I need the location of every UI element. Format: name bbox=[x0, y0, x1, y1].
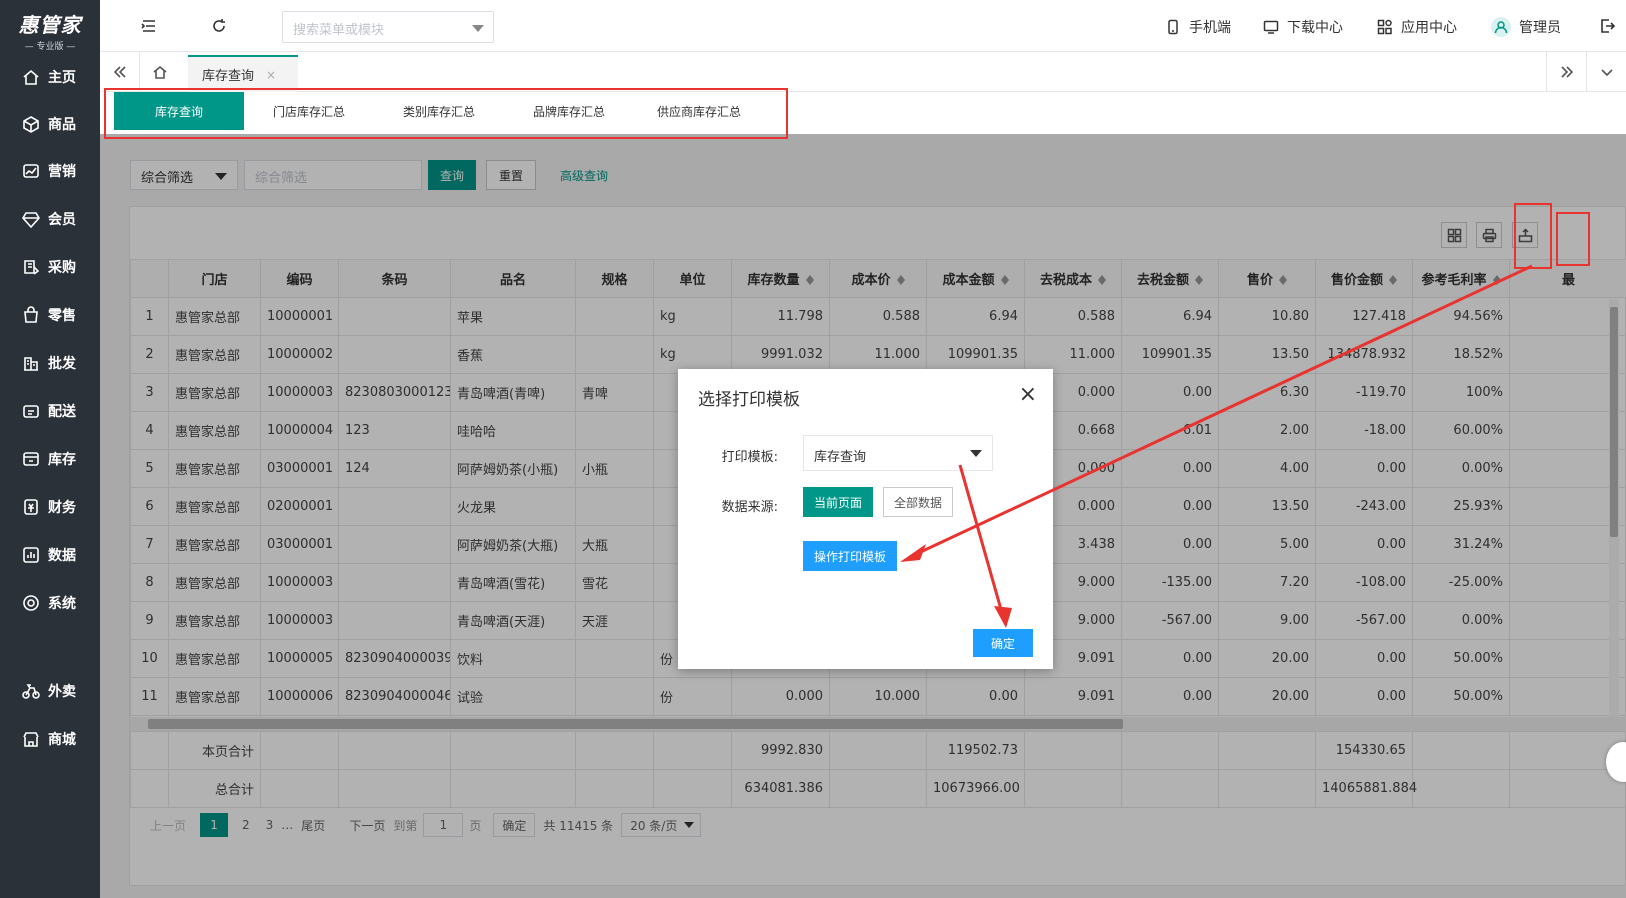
template-label: 打印模板: bbox=[721, 450, 778, 465]
template-select-value: 库存查询 bbox=[814, 450, 867, 465]
confirm-button[interactable]: 确定 bbox=[973, 629, 1033, 657]
annotation-box-print bbox=[1514, 203, 1552, 269]
current-page-button[interactable]: 当前页面 bbox=[803, 487, 873, 517]
print-template-dialog: 选择打印模板 × 打印模板: 库存查询 数据来源: 当前页面 全部数据 操作打印… bbox=[678, 369, 1053, 669]
sidebar-item-wallet[interactable]: 财务 bbox=[0, 487, 100, 527]
annotation-box-subtabs bbox=[104, 88, 788, 139]
sidebar-item-bar-chart[interactable]: 数据 bbox=[0, 535, 100, 575]
sidebar-item-truck[interactable]: 配送 bbox=[0, 391, 100, 431]
sidebar-item-cube[interactable]: 商品 bbox=[0, 104, 100, 144]
sidebar-item-label: 营销 bbox=[48, 164, 76, 180]
sidebar-item-box[interactable]: 库存 bbox=[0, 439, 100, 479]
annotation-box-export bbox=[1556, 212, 1590, 266]
shop-icon bbox=[22, 730, 40, 748]
sidebar-item-label: 零售 bbox=[48, 308, 76, 324]
sidebar-item-label: 主页 bbox=[48, 70, 76, 86]
sidebar-item-label: 外卖 bbox=[48, 684, 76, 700]
template-select[interactable]: 库存查询 bbox=[803, 435, 993, 471]
data-source-label: 数据来源: bbox=[721, 500, 778, 515]
sidebar-item-bag[interactable]: 零售 bbox=[0, 295, 100, 335]
sidebar-item-label: 会员 bbox=[48, 212, 76, 228]
sidebar: 惠管家 — 专业版 — 主页商品营销会员采购零售批发配送库存财务数据系统外卖商城 bbox=[0, 0, 100, 898]
wallet-icon bbox=[22, 498, 40, 516]
sidebar-item-purchase[interactable]: 采购 bbox=[0, 247, 100, 287]
sidebar-item-label: 数据 bbox=[48, 548, 76, 564]
sidebar-item-shop[interactable]: 商城 bbox=[0, 719, 100, 759]
sidebar-item-label: 商城 bbox=[48, 732, 76, 748]
sidebar-item-building[interactable]: 批发 bbox=[0, 343, 100, 383]
sidebar-item-label: 商品 bbox=[48, 117, 76, 133]
bar-chart-icon bbox=[22, 546, 40, 564]
purchase-icon bbox=[22, 258, 40, 276]
close-icon[interactable]: × bbox=[1019, 382, 1037, 407]
sidebar-item-label: 系统 bbox=[48, 596, 76, 612]
cube-icon bbox=[22, 115, 40, 133]
sidebar-item-label: 批发 bbox=[48, 356, 76, 372]
all-data-button[interactable]: 全部数据 bbox=[883, 487, 953, 517]
brand-edition: — 专业版 — bbox=[24, 42, 76, 52]
sidebar-item-label: 库存 bbox=[48, 452, 76, 468]
bike-icon bbox=[22, 682, 40, 700]
sidebar-item-label: 财务 bbox=[48, 500, 76, 516]
box-icon bbox=[22, 450, 40, 468]
sidebar-item-home[interactable]: 主页 bbox=[0, 57, 100, 97]
bag-icon bbox=[22, 306, 40, 324]
sidebar-item-label: 采购 bbox=[48, 260, 76, 276]
sidebar-item-chart[interactable]: 营销 bbox=[0, 151, 100, 191]
diamond-icon bbox=[22, 210, 40, 229]
dialog-title: 选择打印模板 bbox=[698, 390, 800, 410]
brand-logo[interactable]: 惠管家 — 专业版 — bbox=[0, 0, 100, 52]
settings-icon bbox=[22, 594, 40, 612]
building-icon bbox=[22, 354, 40, 372]
sidebar-item-label: 配送 bbox=[48, 404, 76, 420]
operate-template-button[interactable]: 操作打印模板 bbox=[803, 541, 897, 571]
sidebar-item-bike[interactable]: 外卖 bbox=[0, 671, 100, 711]
chart-icon bbox=[22, 162, 40, 180]
brand-name: 惠管家 bbox=[18, 13, 82, 37]
sidebar-item-diamond[interactable]: 会员 bbox=[0, 199, 100, 239]
home-icon bbox=[22, 68, 40, 86]
truck-icon bbox=[22, 402, 40, 420]
sidebar-item-settings[interactable]: 系统 bbox=[0, 583, 100, 623]
caret-down-icon bbox=[970, 450, 982, 457]
